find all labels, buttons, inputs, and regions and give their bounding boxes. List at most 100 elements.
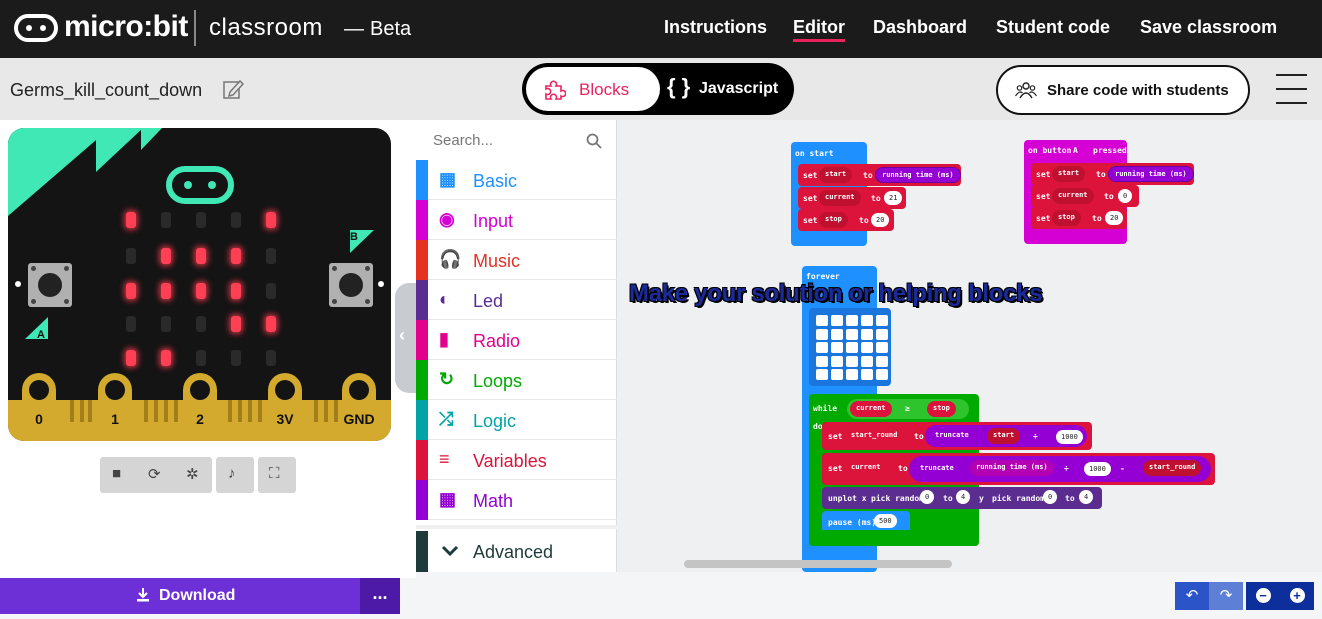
plot-cell[interactable] (846, 328, 858, 340)
download-button[interactable]: Download (0, 578, 360, 614)
button-b[interactable] (329, 263, 373, 307)
button-a[interactable] (28, 263, 72, 307)
value-1000[interactable]: 1000 (1084, 462, 1111, 476)
plot-cell[interactable] (846, 315, 858, 326)
search-icon[interactable] (586, 133, 602, 149)
project-name[interactable]: Germs_kill_count_down (10, 80, 202, 101)
category-logic[interactable]: ⤮ Logic (416, 400, 617, 440)
plot-cell[interactable] (861, 328, 873, 340)
plot-cell[interactable] (816, 328, 828, 340)
var-stop-dropdown[interactable]: stop (819, 212, 848, 228)
truncate-label[interactable]: truncate (914, 461, 960, 477)
brand-name[interactable]: micro:bit (64, 10, 188, 44)
zoom-out-button[interactable]: − (1246, 582, 1280, 610)
category-music[interactable]: 🎧 Music (416, 240, 617, 280)
zoom-in-button[interactable]: + (1280, 582, 1314, 610)
edit-name-icon[interactable] (222, 78, 244, 100)
blocks-tab[interactable]: Blocks (526, 67, 660, 111)
plot-cell[interactable] (861, 369, 873, 380)
var-start-dropdown[interactable]: start (819, 167, 853, 183)
value-20[interactable]: 20 (871, 213, 890, 227)
nav-instructions[interactable]: Instructions (664, 17, 767, 38)
stop-icon[interactable]: ■ (112, 465, 121, 482)
running-time-block[interactable]: running time (ms) (875, 167, 961, 183)
category-label: Math (473, 491, 514, 511)
value-20[interactable]: 20 (1105, 211, 1124, 225)
plot-cell[interactable] (816, 355, 828, 367)
debug-icon[interactable]: ✲ (186, 465, 199, 483)
plot-cell[interactable] (816, 342, 828, 353)
nav-editor[interactable]: Editor (793, 17, 845, 42)
minus-operator[interactable]: - (1120, 464, 1125, 473)
category-label: Basic (473, 171, 518, 191)
hamburger-menu-icon[interactable] (1276, 74, 1307, 104)
var-start-dropdown[interactable]: start (1052, 166, 1086, 182)
microbit-logo-icon[interactable] (14, 14, 58, 42)
category-basic[interactable]: ▦ Basic (416, 160, 617, 200)
undo-button[interactable]: ↶ (1175, 582, 1209, 610)
var-start-round-dropdown[interactable]: start_round (845, 428, 904, 444)
category-advanced[interactable]: Advanced (416, 531, 617, 572)
plot-cell[interactable] (816, 369, 828, 380)
nav-save-classroom[interactable]: Save classroom (1140, 17, 1277, 38)
var-current-dropdown[interactable]: current (845, 460, 887, 476)
value-21[interactable]: 21 (884, 191, 903, 205)
nav-student-code[interactable]: Student code (996, 17, 1110, 38)
plot-cell[interactable] (876, 315, 888, 326)
plot-cell[interactable] (861, 315, 873, 326)
category-radio[interactable]: ▮ Radio (416, 320, 617, 360)
category-variables[interactable]: ≡ Variables (416, 440, 617, 480)
plot-cell[interactable] (876, 342, 888, 353)
redo-button[interactable]: ↷ (1209, 582, 1243, 610)
nav-dashboard[interactable]: Dashboard (873, 17, 967, 38)
restart-icon[interactable]: ⟳ (148, 465, 161, 483)
share-code-button[interactable]: Share code with students (996, 65, 1250, 115)
var-stop-dropdown[interactable]: stop (927, 401, 956, 417)
divide-operator[interactable]: ÷ (1064, 464, 1069, 473)
horizontal-scrollbar[interactable] (684, 560, 952, 568)
plot-cell[interactable] (876, 328, 888, 340)
var-start-dropdown[interactable]: start (987, 428, 1021, 444)
more-options-button[interactable]: ... (360, 578, 400, 614)
plot-cell[interactable] (861, 355, 873, 367)
truncate-label[interactable]: truncate (929, 428, 975, 444)
y-label: y (979, 494, 984, 503)
var-current-dropdown[interactable]: current (819, 190, 861, 206)
var-start-round-dropdown[interactable]: start_round (1143, 460, 1202, 476)
button-a-dropdown[interactable]: A (1073, 146, 1078, 155)
plot-cell[interactable] (846, 355, 858, 367)
plot-cell[interactable] (846, 342, 858, 353)
sound-icon[interactable]: ♪ (228, 465, 236, 482)
collapse-simulator-button[interactable]: ‹ (395, 283, 417, 393)
compare-operator[interactable]: ≥ (905, 404, 910, 413)
category-led[interactable]: ◐ Led (416, 280, 617, 320)
blocks-workspace[interactable]: on start set start to running time (ms) … (617, 120, 1322, 572)
running-time-block[interactable]: running time (ms) (970, 460, 1054, 476)
plot-cell[interactable] (816, 315, 828, 326)
plot-cell[interactable] (831, 355, 843, 367)
fullscreen-icon[interactable]: ⛶ (269, 465, 280, 482)
plot-cell[interactable] (861, 342, 873, 353)
value-1000[interactable]: 1000 (1056, 430, 1083, 444)
var-current-dropdown[interactable]: current (1052, 188, 1094, 204)
running-time-block[interactable]: running time (ms) (1108, 166, 1194, 182)
divide-operator[interactable]: ÷ (1033, 432, 1038, 441)
plot-cell[interactable] (831, 315, 843, 326)
category-input[interactable]: ◉ Input (416, 200, 617, 240)
plot-cell[interactable] (831, 328, 843, 340)
plot-cell[interactable] (876, 369, 888, 380)
plot-cell[interactable] (831, 342, 843, 353)
var-stop-dropdown[interactable]: stop (1052, 210, 1081, 226)
search-input[interactable]: Search... (433, 132, 493, 149)
pause-label: pause (ms) (828, 518, 877, 527)
category-math[interactable]: ▦ Math (416, 480, 617, 520)
javascript-tab[interactable]: Javascript (699, 80, 778, 98)
plot-cell[interactable] (831, 369, 843, 380)
toolbox-search[interactable]: Search... (416, 120, 617, 160)
led-4-1 (161, 350, 171, 366)
plot-cell[interactable] (846, 369, 858, 380)
var-current-dropdown[interactable]: current (850, 401, 892, 417)
pause-value[interactable]: 500 (874, 514, 897, 528)
category-loops[interactable]: ↻ Loops (416, 360, 617, 400)
plot-cell[interactable] (876, 355, 888, 367)
